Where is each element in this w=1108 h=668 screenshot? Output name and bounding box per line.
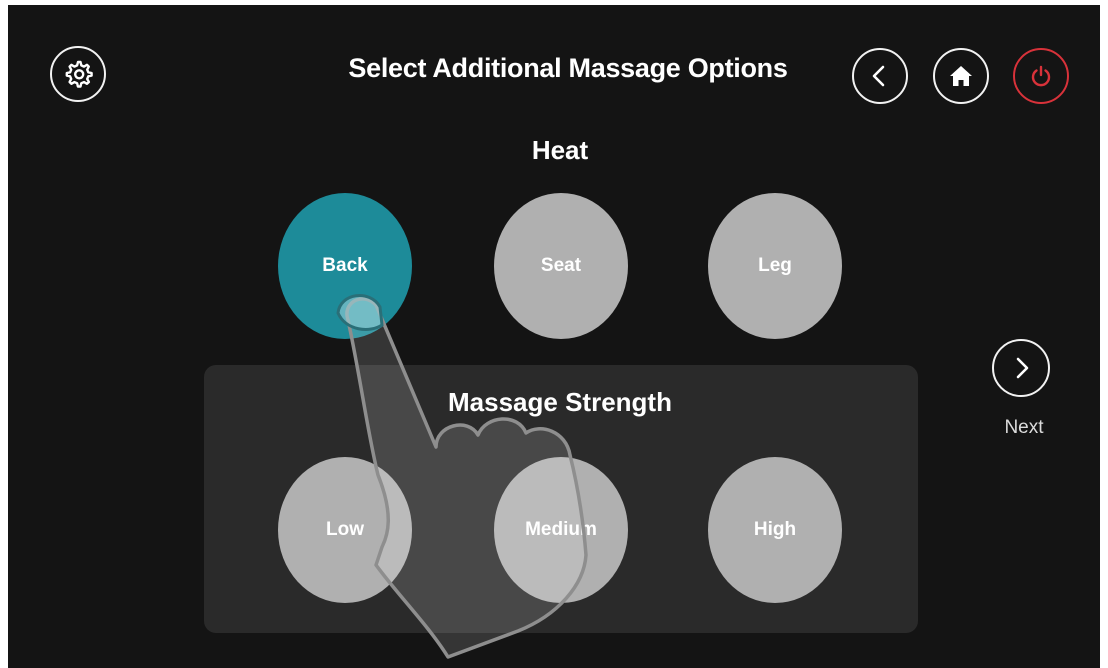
power-icon bbox=[1031, 65, 1051, 87]
strength-high-label: High bbox=[753, 519, 797, 540]
heat-seat-label: Seat bbox=[540, 255, 582, 276]
page-title: Select Additional Massage Options bbox=[348, 53, 788, 83]
massage-strength-title: Massage Strength bbox=[448, 387, 672, 417]
power-button[interactable] bbox=[1013, 48, 1069, 104]
strength-low-button[interactable]: Low bbox=[278, 457, 412, 603]
settings-button[interactable] bbox=[50, 46, 106, 102]
next-button[interactable] bbox=[992, 339, 1050, 397]
home-button[interactable] bbox=[933, 48, 989, 104]
chevron-left-icon bbox=[872, 65, 885, 87]
home-icon bbox=[950, 66, 972, 86]
back-button[interactable] bbox=[852, 48, 908, 104]
heat-back-label: Back bbox=[322, 255, 368, 276]
next-label: Next bbox=[1004, 417, 1044, 438]
heat-title: Heat bbox=[531, 135, 589, 165]
heat-seat-button[interactable]: Seat bbox=[494, 193, 628, 339]
gear-icon bbox=[65, 60, 93, 88]
strength-high-button[interactable]: High bbox=[708, 457, 842, 603]
screen: Select Additional Massage Options Heat B… bbox=[8, 5, 1100, 668]
heat-leg-label: Leg bbox=[758, 255, 792, 276]
heat-back-button[interactable]: Back bbox=[278, 193, 412, 339]
heat-leg-button[interactable]: Leg bbox=[708, 193, 842, 339]
strength-medium-label: Medium bbox=[525, 519, 597, 540]
strength-medium-button[interactable]: Medium bbox=[494, 457, 628, 603]
chevron-right-icon bbox=[1016, 357, 1029, 379]
strength-low-label: Low bbox=[326, 519, 364, 540]
